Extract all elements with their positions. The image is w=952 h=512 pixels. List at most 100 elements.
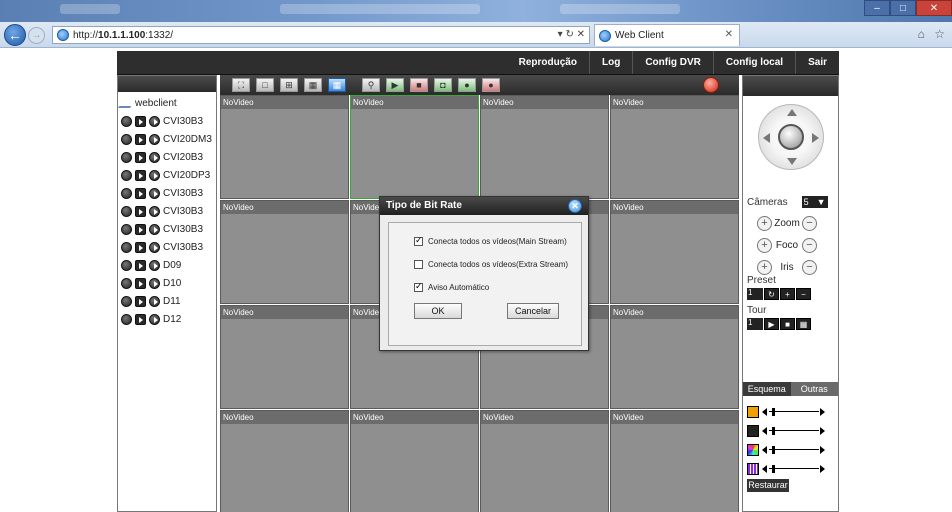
layout-1-icon[interactable]: □	[256, 78, 274, 92]
auto-warning-checkbox[interactable]	[414, 281, 423, 292]
connect-status-icon[interactable]	[121, 205, 132, 217]
snapshot-icon[interactable]: ◘	[434, 78, 452, 92]
play-icon[interactable]	[149, 295, 160, 307]
tour-play-icon[interactable]: ▶	[764, 318, 779, 330]
connect-status-icon[interactable]	[121, 295, 132, 307]
connect-status-icon[interactable]	[121, 187, 132, 199]
play-icon[interactable]	[149, 277, 160, 289]
preset-goto-icon[interactable]: ↻	[764, 288, 779, 300]
saturation-slider[interactable]	[747, 444, 825, 456]
zoom-out-button[interactable]: −	[802, 216, 817, 231]
dialog-close-icon[interactable]: ✕	[568, 199, 582, 213]
stream-icon[interactable]	[135, 151, 146, 163]
menu-config-dvr[interactable]: Config DVR	[632, 51, 713, 74]
option-extra-stream[interactable]: Conecta todos os vídeos(Extra Stream)	[414, 260, 568, 269]
connect-status-icon[interactable]	[121, 133, 132, 145]
video-cell[interactable]: NoVideo	[220, 95, 349, 199]
refresh-stop-icons[interactable]: ▾ ↻ ✕	[558, 29, 585, 40]
disconnect-all-icon[interactable]: ■	[410, 78, 428, 92]
close-window-button[interactable]: ✕	[916, 0, 952, 16]
slider-track[interactable]	[769, 446, 825, 454]
device-item[interactable]: D11	[118, 292, 216, 310]
main-stream-checkbox[interactable]	[414, 235, 423, 246]
video-cell[interactable]: NoVideo	[350, 410, 479, 512]
preset-input[interactable]: 1	[747, 288, 763, 300]
slider-track[interactable]	[769, 408, 825, 416]
alarm-icon[interactable]	[703, 77, 719, 93]
slider-left-icon[interactable]	[762, 465, 767, 473]
stream-icon[interactable]	[135, 259, 146, 271]
slider-thumb[interactable]	[772, 446, 775, 454]
video-cell[interactable]: NoVideo	[610, 305, 739, 409]
brightness-slider[interactable]	[747, 406, 825, 418]
connect-all-icon[interactable]: ▶	[386, 78, 404, 92]
device-item[interactable]: CVI30B3	[118, 112, 216, 130]
video-cell[interactable]: NoVideo	[610, 200, 739, 304]
forward-button[interactable]: →	[28, 27, 45, 44]
video-cell[interactable]: NoVideo	[220, 305, 349, 409]
video-cell[interactable]: NoVideo	[220, 200, 349, 304]
tour-grid-icon[interactable]: ▦	[796, 318, 811, 330]
connect-status-icon[interactable]	[121, 313, 132, 325]
stream-icon[interactable]	[135, 241, 146, 253]
play-icon[interactable]	[149, 115, 160, 127]
cancel-button[interactable]: Cancelar	[507, 303, 559, 319]
tab-esquema[interactable]: Esquema	[743, 382, 791, 396]
connect-status-icon[interactable]	[121, 115, 132, 127]
stream-icon[interactable]	[135, 313, 146, 325]
option-main-stream[interactable]: Conecta todos os vídeos(Main Stream)	[414, 235, 567, 246]
option-auto-warning[interactable]: Aviso Automático	[414, 281, 489, 292]
device-item[interactable]: CVI20B3	[118, 148, 216, 166]
device-item[interactable]: CVI30B3	[118, 202, 216, 220]
stream-icon[interactable]	[135, 295, 146, 307]
stream-icon[interactable]	[135, 223, 146, 235]
play-icon[interactable]	[149, 133, 160, 145]
menu-playback[interactable]: Reprodução	[507, 51, 589, 74]
restore-button[interactable]: Restaurar	[747, 479, 789, 492]
stream-icon[interactable]	[135, 133, 146, 145]
focus-plus-button[interactable]: +	[757, 238, 772, 253]
address-bar[interactable]: http://10.1.1.100:1332/ ▾ ↻ ✕	[52, 26, 590, 44]
menu-exit[interactable]: Sair	[795, 51, 839, 74]
play-icon[interactable]	[149, 187, 160, 199]
video-cell[interactable]: NoVideo	[480, 95, 609, 199]
tree-root[interactable]: webclient	[118, 94, 216, 112]
stream-icon[interactable]	[135, 115, 146, 127]
device-item[interactable]: D12	[118, 310, 216, 328]
play-icon[interactable]	[149, 205, 160, 217]
device-item[interactable]: CVI30B3	[118, 238, 216, 256]
video-cell[interactable]: NoVideo	[610, 95, 739, 199]
iris-minus-button[interactable]: −	[802, 260, 817, 275]
preset-remove-icon[interactable]: −	[796, 288, 811, 300]
play-icon[interactable]	[149, 151, 160, 163]
connect-status-icon[interactable]	[121, 259, 132, 271]
slider-thumb[interactable]	[772, 427, 775, 435]
slider-track[interactable]	[769, 427, 825, 435]
stream-icon[interactable]	[135, 169, 146, 181]
pan-left-icon[interactable]	[763, 133, 770, 143]
play-icon[interactable]	[149, 241, 160, 253]
home-favorites-icons[interactable]: ⌂ ☆	[918, 27, 948, 41]
focus-minus-button[interactable]: −	[802, 238, 817, 253]
extra-stream-checkbox[interactable]	[414, 260, 423, 269]
iris-plus-button[interactable]: +	[757, 260, 772, 275]
pan-up-icon[interactable]	[787, 109, 797, 116]
device-item[interactable]: CVI30B3	[118, 220, 216, 238]
ptz-center-button[interactable]	[778, 124, 804, 150]
slider-track[interactable]	[769, 465, 825, 473]
video-cell[interactable]: NoVideo	[350, 95, 479, 199]
device-item[interactable]: CVI20DM3	[118, 130, 216, 148]
device-item[interactable]: D10	[118, 274, 216, 292]
pan-right-icon[interactable]	[812, 133, 819, 143]
slider-left-icon[interactable]	[762, 446, 767, 454]
play-icon[interactable]	[149, 313, 160, 325]
slider-thumb[interactable]	[772, 408, 775, 416]
browser-tab[interactable]: Web Client ✕	[594, 24, 740, 46]
play-icon[interactable]	[149, 259, 160, 271]
fullscreen-icon[interactable]: ⛶	[232, 78, 250, 92]
record-stop-icon[interactable]: ●	[482, 78, 500, 92]
stream-icon[interactable]	[135, 205, 146, 217]
device-item[interactable]: D09	[118, 256, 216, 274]
layout-9-icon[interactable]: ▦	[304, 78, 322, 92]
stream-icon[interactable]	[135, 187, 146, 199]
